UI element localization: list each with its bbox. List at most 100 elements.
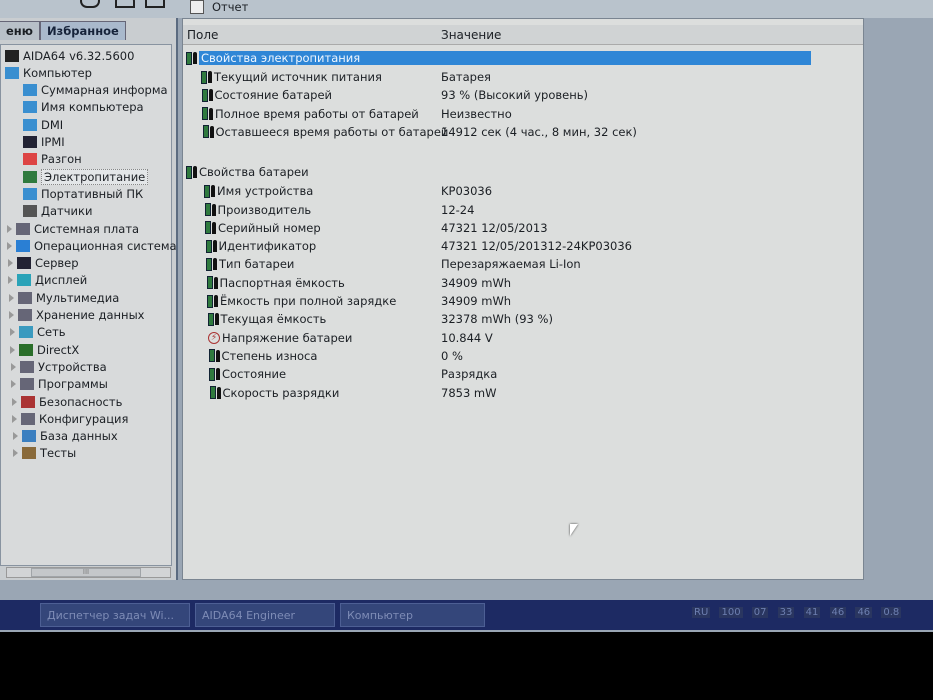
field-label: Ёмкость при полной зарядке bbox=[220, 294, 397, 308]
expand-arrow-icon[interactable] bbox=[12, 397, 17, 406]
tree-item[interactable]: Сеть bbox=[10, 324, 66, 341]
expand-arrow-icon[interactable] bbox=[11, 362, 16, 371]
tree-item[interactable]: Имя компьютера bbox=[23, 99, 144, 116]
tree-item[interactable]: IPMI bbox=[23, 134, 65, 151]
table-row[interactable]: Полное время работы от батарей Неизвестно bbox=[183, 105, 863, 123]
tree-item[interactable]: База данных bbox=[13, 428, 118, 445]
flame-icon bbox=[23, 153, 37, 166]
field-label: Состояние батарей bbox=[214, 88, 333, 103]
tree-item[interactable]: Системная плата bbox=[7, 220, 139, 237]
table-row[interactable]: Производитель 12-24 bbox=[183, 201, 863, 219]
expand-arrow-icon[interactable] bbox=[7, 241, 12, 250]
column-field[interactable]: Поле bbox=[187, 28, 218, 42]
tree-item[interactable]: Портативный ПК bbox=[23, 185, 143, 202]
field-label: Текущий источник питания bbox=[214, 70, 382, 84]
tree-item[interactable]: Датчики bbox=[23, 203, 92, 220]
programs-icon bbox=[20, 378, 34, 391]
table-row[interactable]: Имя устройства KP03036 bbox=[183, 182, 863, 200]
toolbar: Отчет bbox=[0, 0, 933, 18]
table-row[interactable]: Серийный номер 47321 12/05/2013 bbox=[183, 219, 863, 237]
tests-icon bbox=[22, 447, 36, 460]
tree-item[interactable]: DirectX bbox=[10, 341, 79, 358]
tree-item[interactable]: Безопасность bbox=[12, 393, 122, 410]
field-label: Текущая ёмкость bbox=[220, 312, 327, 327]
expand-arrow-icon[interactable] bbox=[7, 224, 12, 233]
table-row[interactable]: Ёмкость при полной зарядке 34909 mWh bbox=[183, 292, 863, 310]
gauge-icon bbox=[23, 205, 37, 218]
tab-favorites[interactable]: Избранное bbox=[39, 21, 126, 40]
tray-value: 46 bbox=[855, 607, 873, 618]
tree-item[interactable]: Компьютер bbox=[5, 64, 92, 81]
field-label: Тип батареи bbox=[219, 257, 295, 272]
battery-plug-icon bbox=[206, 276, 218, 290]
expand-arrow-icon[interactable] bbox=[11, 380, 16, 389]
table-row[interactable]: Тип батареи Перезаряжаемая Li-Ion bbox=[183, 255, 863, 273]
column-value[interactable]: Значение bbox=[441, 28, 501, 42]
field-label: Идентификатор bbox=[218, 239, 317, 254]
field-value: 34909 mWh bbox=[441, 294, 512, 308]
refresh-icon[interactable] bbox=[80, 0, 100, 8]
tree-item[interactable]: Хранение данных bbox=[9, 307, 144, 324]
table-row[interactable]: Состояние батарей 93 % (Высокий уровень) bbox=[183, 86, 863, 104]
table-row[interactable]: Состояние Разрядка bbox=[183, 365, 863, 383]
table-row[interactable]: Паспортная ёмкость 34909 mWh bbox=[183, 274, 863, 292]
tree-item[interactable]: Тесты bbox=[13, 445, 76, 462]
table-row[interactable]: Текущий источник питания Батарея bbox=[183, 68, 863, 86]
tree-item[interactable]: Разгон bbox=[23, 151, 82, 168]
tray-value: 46 bbox=[829, 607, 847, 618]
tree-item-label: Конфигурация bbox=[39, 411, 129, 426]
tree-item[interactable]: Конфигурация bbox=[12, 410, 128, 427]
tab-menu[interactable]: еню bbox=[0, 21, 40, 40]
taskbar-label: Компьютер bbox=[347, 608, 413, 622]
field-value: 12-24 bbox=[441, 202, 475, 217]
tree-item[interactable]: Суммарная информа bbox=[23, 82, 168, 99]
table-row[interactable]: Степень износа 0 % bbox=[183, 347, 863, 365]
expand-arrow-icon[interactable] bbox=[13, 449, 18, 458]
expand-arrow-icon[interactable] bbox=[10, 328, 15, 337]
tree-item[interactable]: Электропитание bbox=[23, 168, 149, 185]
tree-item[interactable]: DMI bbox=[23, 116, 63, 133]
report-panel: Поле Значение Свойства электропитания Тек… bbox=[182, 18, 864, 580]
expand-arrow-icon[interactable] bbox=[9, 311, 14, 319]
group-header[interactable]: Свойства электропитания bbox=[183, 49, 863, 67]
tree-item[interactable]: Программы bbox=[11, 376, 108, 393]
group-title: Свойства электропитания bbox=[199, 51, 811, 65]
field-label: Паспортная ёмкость bbox=[219, 275, 345, 290]
taskbar-item-aida64[interactable]: AIDA64 Engineer bbox=[195, 603, 335, 627]
expand-arrow-icon[interactable] bbox=[9, 293, 14, 302]
battery-plug-icon bbox=[209, 386, 221, 399]
database-icon bbox=[22, 430, 36, 443]
scrollbar-thumb[interactable]: III bbox=[31, 568, 141, 577]
tree-item-label: DMI bbox=[41, 117, 64, 132]
server-icon bbox=[17, 257, 31, 270]
taskbar-item-computer[interactable]: Компьютер bbox=[340, 603, 485, 627]
group-header[interactable]: Свойства батареи bbox=[183, 163, 863, 181]
report-button[interactable]: Отчет bbox=[190, 0, 248, 14]
tree-item[interactable]: Устройства bbox=[11, 358, 107, 375]
horizontal-scrollbar[interactable]: III bbox=[6, 567, 171, 578]
chart-icon[interactable] bbox=[145, 0, 165, 8]
tree-item[interactable]: Операционная система bbox=[7, 237, 177, 254]
tree-item-label: База данных bbox=[40, 429, 118, 444]
table-row[interactable]: Оставшееся время работы от батарей 14912 … bbox=[183, 123, 863, 141]
field-value: 32378 mWh (93 %) bbox=[441, 312, 553, 327]
storage-icon bbox=[18, 309, 32, 321]
tree-item[interactable]: Сервер bbox=[8, 255, 79, 272]
tree-item[interactable]: Дисплей bbox=[8, 272, 87, 289]
table-row[interactable]: Идентификатор 47321 12/05/201312-24KP0303… bbox=[183, 237, 863, 255]
tree-item[interactable]: Мультимедиа bbox=[9, 289, 119, 306]
language-indicator[interactable]: RU bbox=[692, 607, 711, 618]
expand-arrow-icon[interactable] bbox=[8, 276, 13, 285]
table-row[interactable]: ⚡ Напряжение батареи 10.844 V bbox=[183, 329, 863, 347]
table-row[interactable]: Скорость разрядки 7853 mW bbox=[183, 384, 863, 402]
user-icon[interactable] bbox=[115, 0, 135, 8]
expand-arrow-icon[interactable] bbox=[12, 414, 17, 423]
expand-arrow-icon[interactable] bbox=[8, 259, 13, 268]
taskbar-item-task-manager[interactable]: Диспетчер задач Wi... bbox=[40, 603, 190, 627]
battery-plug-icon bbox=[204, 203, 216, 216]
table-row[interactable]: Текущая ёмкость 32378 mWh (93 %) bbox=[183, 310, 863, 328]
expand-arrow-icon[interactable] bbox=[10, 345, 15, 354]
expand-arrow-icon[interactable] bbox=[13, 432, 18, 441]
display-icon bbox=[17, 274, 31, 287]
tree-item[interactable]: AIDA64 v6.32.5600 bbox=[5, 47, 134, 64]
